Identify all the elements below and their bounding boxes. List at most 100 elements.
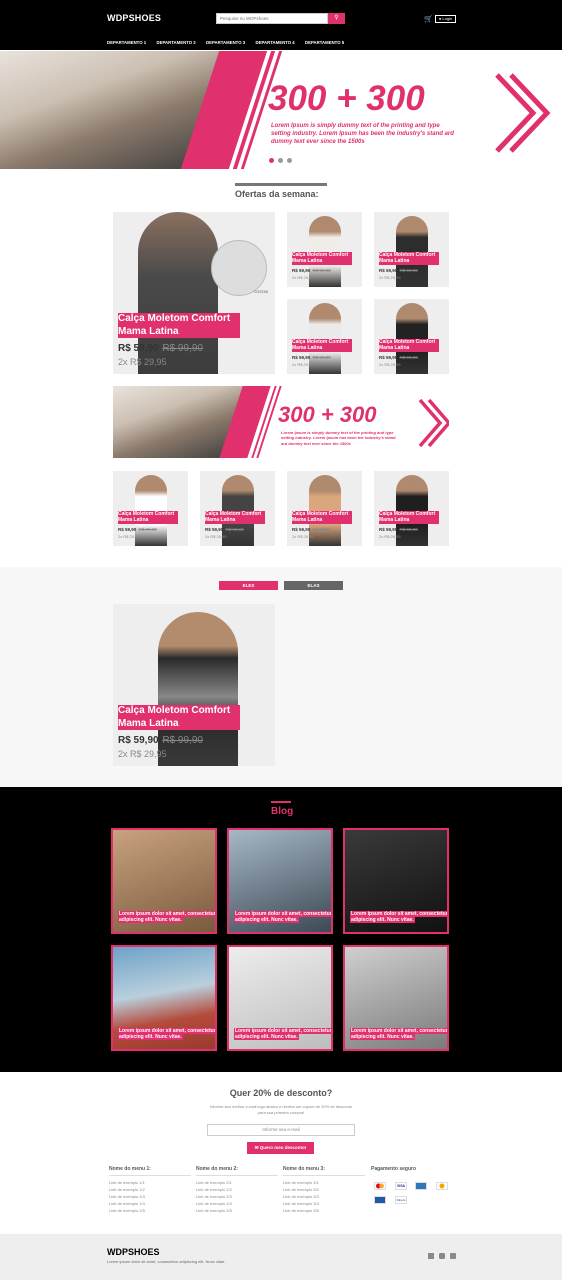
price-old: R$ 99,90 [162, 735, 203, 746]
blog-caption-text: Lorem ipsum dolor sit amet, consectetur … [350, 1027, 448, 1041]
email-field[interactable]: Informe seu e-mail [207, 1124, 355, 1136]
gender-section [0, 567, 562, 787]
product-installments: 2x R$ 29,95 [205, 534, 227, 539]
nav-department-2[interactable]: DEPARTAMENTO 2 [157, 40, 207, 45]
blog-caption: Lorem ipsum dolor sit amet, consectetur … [350, 1027, 448, 1042]
footer-link[interactable]: Link de exemplo 3/1 [283, 1179, 365, 1186]
product-price: R$ 59,90 R$ 99,90 [118, 735, 203, 746]
site-logo[interactable]: WDPSHOES [107, 13, 161, 23]
discount-button[interactable]: ✉ Quero meu desconto! [247, 1142, 314, 1154]
blog-card[interactable]: Lorem ipsum dolor sit amet, consectetur … [111, 828, 217, 934]
footer-link[interactable]: Link de exemplo 1/1 [109, 1179, 191, 1186]
product-brand: COSTAS [254, 290, 269, 294]
featured-product-card-men[interactable]: Calça Moletom Comfort Mama Latina R$ 59,… [113, 604, 275, 766]
footer-link[interactable]: Link de exemplo 2/4 [196, 1200, 278, 1207]
login-button[interactable]: ● Login [435, 15, 456, 23]
footer-link[interactable]: Link de exemplo 2/2 [196, 1186, 278, 1193]
price-current: R$ 59,90 [379, 527, 398, 532]
footer-link[interactable]: Link de exemplo 2/3 [196, 1193, 278, 1200]
tab-elas[interactable]: ELAS [284, 581, 343, 590]
footer-link[interactable]: Link de exemplo 1/2 [109, 1186, 191, 1193]
blog-card[interactable]: Lorem ipsum dolor sit amet, consectetur … [227, 828, 333, 934]
slider-dot-2[interactable] [278, 158, 283, 163]
footer-tagline: Lorem ipsum dolor sit amet, consectetur … [107, 1259, 226, 1264]
product-price: R$ 59,90 R$ 99,90 [118, 527, 157, 532]
product-card[interactable]: Calça Moletom Comfort Mama Latina R$ 59,9… [287, 471, 362, 546]
footer-link[interactable]: Link de exemplo 2/5 [196, 1207, 278, 1214]
product-installments: 2x R$ 29,95 [118, 534, 140, 539]
blog-card[interactable]: Lorem ipsum dolor sit amet, consectetur … [111, 945, 217, 1051]
next-arrow-icon[interactable] [495, 73, 551, 153]
footer-link[interactable]: Link de exemplo 1/5 [109, 1207, 191, 1214]
amex-icon [415, 1182, 427, 1190]
blog-caption-text: Lorem ipsum dolor sit amet, consectetur … [350, 910, 448, 924]
search-button[interactable]: ⚲ [328, 13, 345, 24]
product-card[interactable]: Calça Moletom Comfort Mama Latina R$ 59,9… [374, 299, 449, 374]
product-card[interactable]: Calça Moletom Comfort Mama Latina R$ 59,9… [287, 212, 362, 287]
product-card[interactable]: Calça Moletom Comfort Mama Latina R$ 59,9… [113, 471, 188, 546]
product-card[interactable]: Calça Moletom Comfort Mama Latina R$ 59,9… [287, 299, 362, 374]
tab-eles[interactable]: ELES [219, 581, 278, 590]
product-name: Calça Moletom Comfort Mama Latina [292, 339, 352, 352]
blog-caption: Lorem ipsum dolor sit amet, consectetur … [350, 910, 448, 925]
featured-product-card[interactable]: COSTAS Calça Moletom Comfort Mama Latina… [113, 212, 275, 374]
price-current: R$ 59,90 [292, 527, 311, 532]
slider-dot-3[interactable] [287, 158, 292, 163]
product-name: Calça Moletom Comfort Mama Latina [118, 705, 240, 730]
blog-caption-text: Lorem ipsum dolor sit amet, consectetur … [234, 910, 332, 924]
product-card[interactable]: Calça Moletom Comfort Mama Latina R$ 59,9… [200, 471, 275, 546]
promo-banner[interactable]: 300 + 300 Lorem Ipsum is simply dummy te… [113, 386, 449, 458]
search-input[interactable] [216, 13, 328, 24]
product-card[interactable]: Calça Moletom Comfort Mama Latina R$ 59,9… [374, 212, 449, 287]
blog-caption-text: Lorem ipsum dolor sit amet, consectetur … [234, 1027, 332, 1041]
envelope-icon: ✉ [254, 1145, 259, 1150]
product-card[interactable]: Calça Moletom Comfort Mama Latina R$ 59,9… [374, 471, 449, 546]
price-old: R$ 99,90 [312, 527, 331, 532]
nav-department-1[interactable]: DEPARTAMENTO 1 [107, 40, 157, 45]
price-current: R$ 59,90 [292, 355, 311, 360]
facebook-icon[interactable] [428, 1253, 434, 1259]
nav-department-4[interactable]: DEPARTAMENTO 4 [256, 40, 306, 45]
nav-department-5[interactable]: DEPARTAMENTO 5 [305, 40, 355, 45]
product-installments: 2x R$ 29,95 [118, 749, 167, 759]
hero-slider[interactable]: 300 + 300 Lorem Ipsum is simply dummy te… [0, 51, 562, 169]
footer-link[interactable]: Link de exemplo 3/4 [283, 1200, 365, 1207]
product-price: R$ 59,90 R$ 99,90 [292, 355, 331, 360]
footer-link[interactable]: Link de exemplo 3/2 [283, 1186, 365, 1193]
price-old: R$ 99,90 [162, 343, 203, 354]
price-current: R$ 59,90 [205, 527, 224, 532]
next-arrow-icon[interactable] [418, 398, 449, 448]
department-nav: DEPARTAMENTO 1 DEPARTAMENTO 2 DEPARTAMEN… [107, 40, 355, 45]
cart-icon[interactable]: 🛒 [424, 15, 433, 23]
price-current: R$ 59,90 [379, 268, 398, 273]
blog-title: Blog [271, 806, 294, 817]
footer-link[interactable]: Link de exemplo 2/1 [196, 1179, 278, 1186]
footer-link[interactable]: Link de exemplo 1/4 [109, 1200, 191, 1207]
product-name: Calça Moletom Comfort Mama Latina [292, 252, 352, 265]
slider-dot-1[interactable] [269, 158, 274, 163]
blog-card[interactable]: Lorem ipsum dolor sit amet, consectetur … [343, 828, 449, 934]
product-price: R$ 59,90 R$ 99,90 [379, 355, 418, 360]
product-installments: 2x R$ 29,95 [379, 275, 401, 280]
footer-link[interactable]: Link de exemplo 1/3 [109, 1193, 191, 1200]
footer-menu-1: Nome do menu 1: Link de exemplo 1/1 Link d… [109, 1166, 191, 1214]
instagram-icon[interactable] [439, 1253, 445, 1259]
footer-link[interactable]: Link de exemplo 3/3 [283, 1193, 365, 1200]
footer-menu-title: Nome do menu 1: [109, 1166, 191, 1176]
blog-card[interactable]: Lorem ipsum dolor sit amet, consectetur … [343, 945, 449, 1051]
nav-department-3[interactable]: DEPARTAMENTO 3 [206, 40, 256, 45]
price-current: R$ 59,90 [118, 735, 159, 746]
visa-icon: VISA [395, 1182, 407, 1190]
product-price: R$ 59,90 R$ 99,90 [292, 527, 331, 532]
search-icon: ⚲ [334, 15, 339, 21]
footer-link[interactable]: Link de exemplo 3/5 [283, 1207, 365, 1214]
product-installments: 2x R$ 29,95 [292, 534, 314, 539]
diners-icon: Diners [395, 1196, 407, 1204]
price-current: R$ 59,90 [118, 343, 159, 354]
mastercard-icon [374, 1182, 386, 1190]
blog-card[interactable]: Lorem ipsum dolor sit amet, consectetur … [227, 945, 333, 1051]
price-old: R$ 99,90 [399, 527, 418, 532]
footer-logo[interactable]: WDPSHOES [107, 1247, 160, 1257]
newsletter-text: Informe seu melhor e-mail logo abaixo e … [209, 1104, 353, 1115]
youtube-icon[interactable] [450, 1253, 456, 1259]
